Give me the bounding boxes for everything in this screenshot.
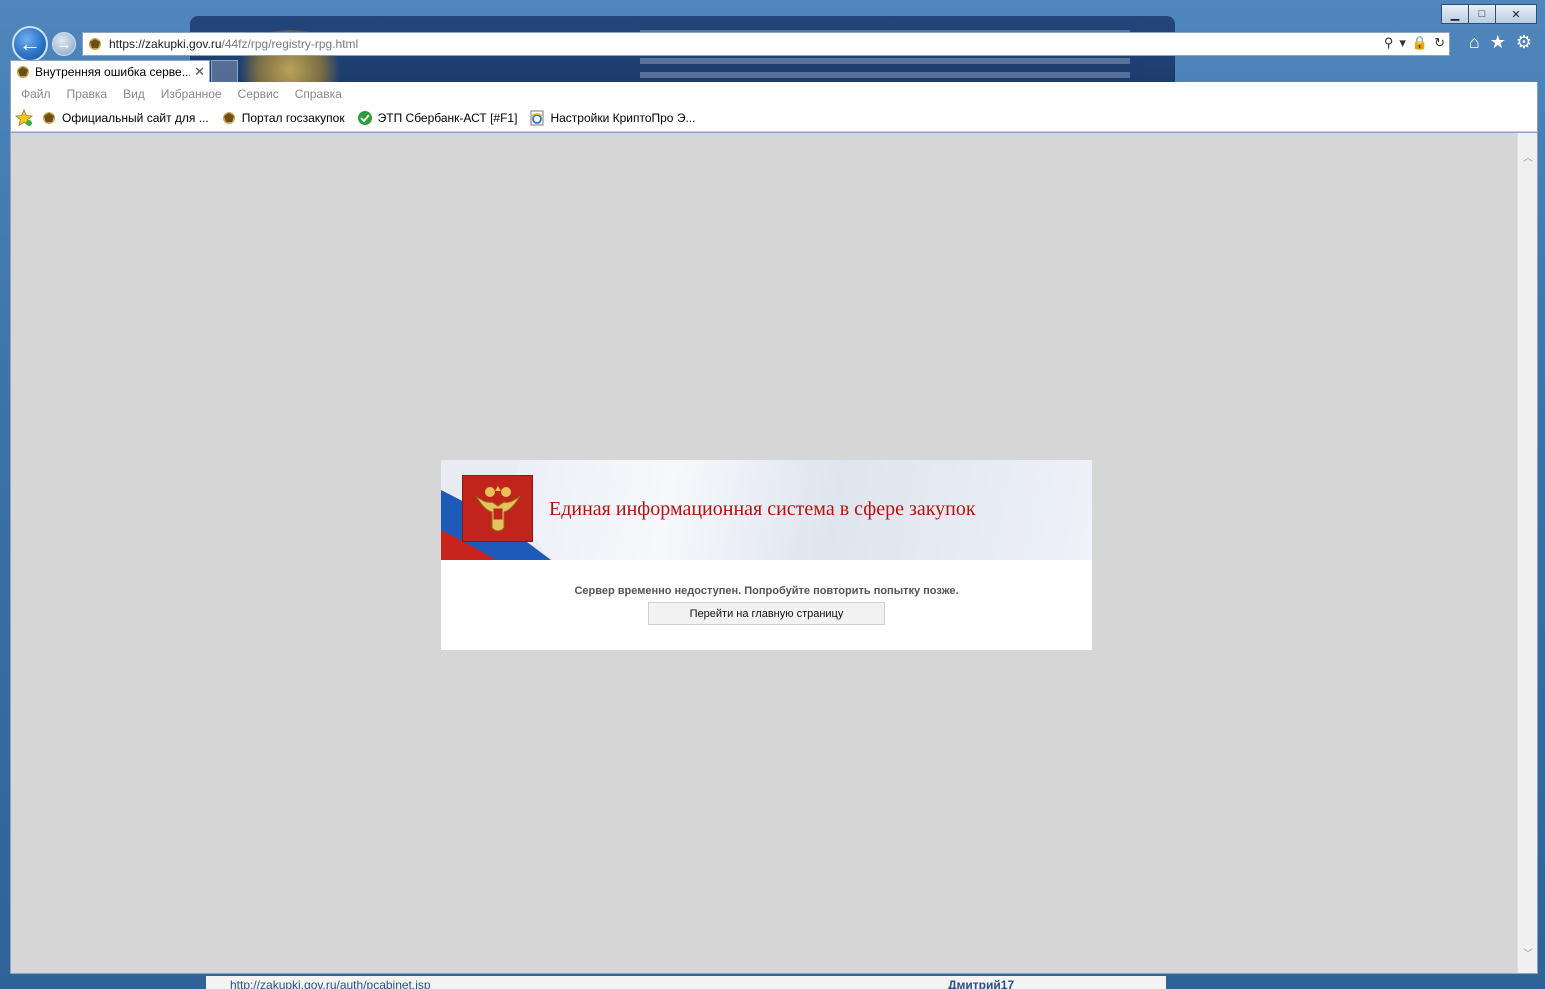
sberbank-icon [357,111,372,125]
favorites-star-icon[interactable] [15,109,33,127]
menu-item-edit[interactable]: Правка [67,87,108,101]
back-button[interactable]: ← [12,26,48,62]
emblem-icon [17,65,29,78]
menu-item-tools[interactable]: Сервис [238,87,279,101]
home-icon[interactable]: ⌂ [1469,32,1480,53]
browser-tools: ⌂ ★ ⚙ [1469,32,1532,53]
menu-bar: Файл Правка Вид Избранное Сервис Справка [11,82,1537,105]
toolbars: Файл Правка Вид Избранное Сервис Справка… [10,82,1538,132]
window-caption-buttons: ▁ □ ✕ [1441,4,1537,26]
browser-window: ▁ □ ✕ ← → https://zakupki.gov.ru/44fz/rp… [0,0,1545,989]
arrow-right-icon: → [56,35,72,53]
tab-title: Внутренняя ошибка серве... [35,64,191,79]
menu-item-file[interactable]: Файл [21,87,51,101]
ie-icon [530,110,544,126]
favorite-link-cryptopro-settings[interactable]: Настройки КриптоПро Э... [529,110,695,126]
new-tab-button[interactable] [211,60,238,82]
address-url[interactable]: https://zakupki.gov.ru/44fz/rpg/registry… [109,37,358,51]
favorite-link-procurement-portal[interactable]: Портал госзакупок [221,110,345,126]
favorite-label: Настройки КриптоПро Э... [550,111,696,125]
card-body: Сервер временно недоступен. Попробуйте п… [441,560,1092,625]
lock-icon[interactable]: 🔒 [1412,35,1428,51]
error-message: Сервер временно недоступен. Попробуйте п… [574,585,959,597]
menu-item-favorites[interactable]: Избранное [161,87,222,101]
chevron-down-icon[interactable]: ▾ [1399,35,1406,51]
gear-icon[interactable]: ⚙ [1516,32,1532,53]
double-headed-eagle-icon [475,485,520,531]
page-viewport: Единая информационная система в сфере за… [10,132,1538,974]
emblem-icon [89,38,101,50]
maximize-button[interactable]: □ [1468,4,1496,24]
chevron-up-icon[interactable]: ︿ [1522,149,1534,164]
favorite-link-official-site[interactable]: Официальный сайт для ... [41,110,209,126]
favorites-bar: Официальный сайт для ... Портал госзакуп… [11,105,1537,132]
chevron-down-icon[interactable]: ﹀ [1522,945,1534,960]
vertical-scrollbar[interactable]: ︿ ﹀ [1517,133,1537,973]
close-button[interactable]: ✕ [1495,4,1537,24]
emblem-icon [43,112,55,124]
system-title: Единая информационная система в сфере за… [549,498,976,520]
tab-strip: Внутренняя ошибка серве... ✕ [10,60,1538,82]
arrow-left-icon: ← [19,31,41,56]
card-header: Единая информационная система в сфере за… [441,460,1092,560]
favorite-label: Портал госзакупок [241,111,345,125]
navigation-bar: ← → https://zakupki.gov.ru/44fz/rpg/regi… [10,26,1540,62]
star-icon[interactable]: ★ [1490,32,1506,53]
menu-item-help[interactable]: Справка [295,87,342,101]
minimize-button[interactable]: ▁ [1441,4,1469,24]
favorite-label: Официальный сайт для ... [62,111,209,125]
address-bar[interactable]: https://zakupki.gov.ru/44fz/rpg/registry… [82,32,1450,56]
search-icon[interactable]: ⚲ [1384,35,1394,51]
address-tools: ⚲ ▾ 🔒 ↻ [1384,35,1445,51]
background-page-link[interactable]: http://zakupki.gov.ru/auth/pcabinet.jsp [230,978,431,989]
close-icon[interactable]: ✕ [194,64,205,80]
favorite-link-sberbank-ast[interactable]: ЭТП Сбербанк-АСТ [#F1] [357,110,518,126]
go-home-button[interactable]: Перейти на главную страницу [648,602,885,625]
background-page-user[interactable]: Дмитрий17 [948,978,1014,989]
tab-active[interactable]: Внутренняя ошибка серве... ✕ [10,60,210,82]
refresh-icon[interactable]: ↻ [1434,35,1445,51]
error-card: Единая информационная система в сфере за… [441,460,1092,650]
coat-of-arms-icon [462,475,533,542]
menu-item-view[interactable]: Вид [123,87,145,101]
emblem-icon [222,112,235,124]
favorite-label: ЭТП Сбербанк-АСТ [#F1] [377,111,518,125]
background-page-strip: http://zakupki.gov.ru/auth/pcabinet.jsp … [206,976,1166,989]
forward-button[interactable]: → [52,32,76,56]
